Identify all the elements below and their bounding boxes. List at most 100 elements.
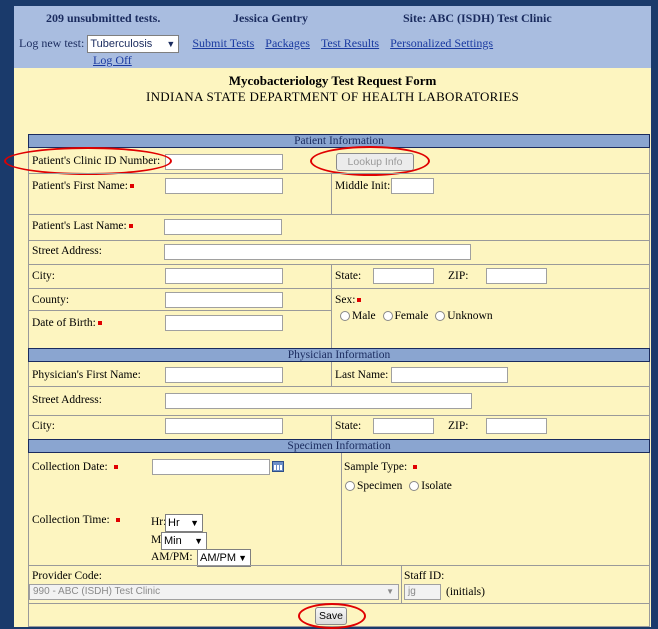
form-title: Mycobacteriology Test Request Form xyxy=(228,73,437,88)
user-name: Jessica Gentry xyxy=(233,11,308,25)
row-divider xyxy=(28,310,331,311)
row-divider xyxy=(28,565,650,566)
top-bar: 209 unsubmitted tests. Jessica Gentry Si… xyxy=(14,6,651,68)
radio-icon xyxy=(435,311,446,322)
save-button[interactable]: Save xyxy=(315,607,347,625)
chevron-down-icon: ▼ xyxy=(166,39,176,49)
sample-specimen-radio[interactable]: Specimen xyxy=(341,480,402,492)
radio-icon xyxy=(382,311,393,322)
physician-street-input[interactable] xyxy=(165,393,472,409)
physician-section-header: Physician Information xyxy=(28,348,650,362)
test-results-link[interactable]: Test Results xyxy=(321,36,379,50)
first-name-label: Patient's First Name: xyxy=(32,180,134,192)
last-name-label: Patient's Last Name: xyxy=(32,220,133,232)
sex-male-radio[interactable]: Male xyxy=(336,310,376,322)
col-divider xyxy=(331,173,332,214)
physician-first-name-input[interactable] xyxy=(165,367,283,383)
calendar-icon[interactable] xyxy=(272,461,284,472)
staff-id-input[interactable]: jg xyxy=(404,584,441,600)
col-divider xyxy=(331,264,332,348)
form-titles: Mycobacteriology Test Request Form INDIA… xyxy=(14,73,651,105)
row-divider xyxy=(28,240,650,241)
provider-code-select[interactable]: 990 - ABC (ISDH) Test Clinic ▼ xyxy=(29,584,399,600)
col-divider xyxy=(331,362,332,386)
radio-icon xyxy=(345,481,355,492)
physician-zip-input[interactable] xyxy=(486,418,547,434)
chevron-down-icon: ▼ xyxy=(386,587,394,596)
sample-type-label: Sample Type: xyxy=(344,461,418,473)
personalized-settings-link[interactable]: Personalized Settings xyxy=(390,36,493,50)
packages-link[interactable]: Packages xyxy=(265,36,310,50)
chevron-down-icon: ▼ xyxy=(238,553,247,563)
first-name-input[interactable] xyxy=(165,178,283,194)
row-divider xyxy=(28,603,650,604)
col-divider xyxy=(331,415,332,439)
physician-city-label: City: xyxy=(32,420,56,432)
sample-isolate-radio[interactable]: Isolate xyxy=(405,480,452,492)
row-divider xyxy=(28,288,650,289)
physician-zip-label: ZIP: xyxy=(448,420,469,432)
middle-init-label: Middle Init: xyxy=(335,180,391,192)
physician-street-label: Street Address: xyxy=(32,394,102,406)
log-new-test-label: Log new test: xyxy=(19,35,85,50)
row-divider xyxy=(28,214,650,215)
initials-label: (initials) xyxy=(446,586,485,598)
state-input[interactable] xyxy=(373,268,434,284)
zip-label: ZIP: xyxy=(448,270,469,282)
city-label: City: xyxy=(32,270,56,282)
street-input[interactable] xyxy=(164,244,471,260)
physician-last-name-label: Last Name: xyxy=(335,369,389,381)
city-input[interactable] xyxy=(165,268,283,284)
last-name-input[interactable] xyxy=(164,219,282,235)
test-type-select[interactable]: Tuberculosis ▼ xyxy=(87,35,180,53)
sample-type-options: Specimen Isolate xyxy=(341,480,452,492)
middle-init-input[interactable] xyxy=(391,178,434,194)
dob-label: Date of Birth: xyxy=(32,317,102,329)
test-type-value: Tuberculosis xyxy=(90,38,153,50)
hour-select[interactable]: Hr ▼ xyxy=(165,514,203,532)
row-divider xyxy=(28,173,650,174)
submit-tests-link[interactable]: Submit Tests xyxy=(192,36,254,50)
unsubmitted-count: 209 unsubmitted tests. xyxy=(46,11,161,25)
ampm-label: AM/PM: xyxy=(151,551,193,563)
physician-city-input[interactable] xyxy=(165,418,283,434)
staff-id-label: Staff ID: xyxy=(404,570,445,582)
physician-last-name-input[interactable] xyxy=(391,367,508,383)
state-label: State: xyxy=(335,270,362,282)
street-label: Street Address: xyxy=(32,245,102,257)
physician-state-input[interactable] xyxy=(373,418,434,434)
collection-time-label: Collection Time: xyxy=(32,514,120,526)
county-label: County: xyxy=(32,294,70,306)
county-input[interactable] xyxy=(165,292,283,308)
dob-input[interactable] xyxy=(165,315,283,331)
lookup-info-button[interactable]: Lookup Info xyxy=(336,153,414,171)
nav-row: Log new test: Tuberculosis ▼ Submit Test… xyxy=(19,35,493,53)
radio-icon xyxy=(340,311,350,322)
chevron-down-icon: ▼ xyxy=(190,518,199,528)
row-divider xyxy=(28,415,650,416)
minute-select[interactable]: Min ▼ xyxy=(161,532,207,550)
row-divider xyxy=(28,386,650,387)
col-divider xyxy=(401,565,402,603)
clinic-id-label: Patient's Clinic ID Number: xyxy=(32,155,161,167)
specimen-section-header: Specimen Information xyxy=(28,439,650,453)
row-divider xyxy=(28,264,650,265)
sex-female-radio[interactable]: Female xyxy=(379,310,428,322)
physician-first-name-label: Physician's First Name: xyxy=(32,369,141,381)
collection-date-input[interactable] xyxy=(152,459,270,475)
col-divider xyxy=(341,453,342,565)
patient-section-header: Patient Information xyxy=(28,134,650,148)
sex-unknown-radio[interactable]: Unknown xyxy=(431,310,493,322)
zip-input[interactable] xyxy=(486,268,547,284)
collection-date-label: Collection Date: xyxy=(32,461,118,473)
site-name: Site: ABC (ISDH) Test Clinic xyxy=(403,11,552,25)
log-off-link[interactable]: Log Off xyxy=(93,53,132,68)
radio-icon xyxy=(409,481,420,492)
sex-label: Sex: xyxy=(335,294,362,306)
provider-code-label: Provider Code: xyxy=(32,570,102,582)
clinic-id-input[interactable] xyxy=(165,154,283,170)
physician-state-label: State: xyxy=(335,420,362,432)
chevron-down-icon: ▼ xyxy=(194,536,203,546)
form-subtitle: INDIANA STATE DEPARTMENT OF HEALTH LABOR… xyxy=(145,89,520,104)
sex-options: Male Female Unknown xyxy=(336,310,493,322)
